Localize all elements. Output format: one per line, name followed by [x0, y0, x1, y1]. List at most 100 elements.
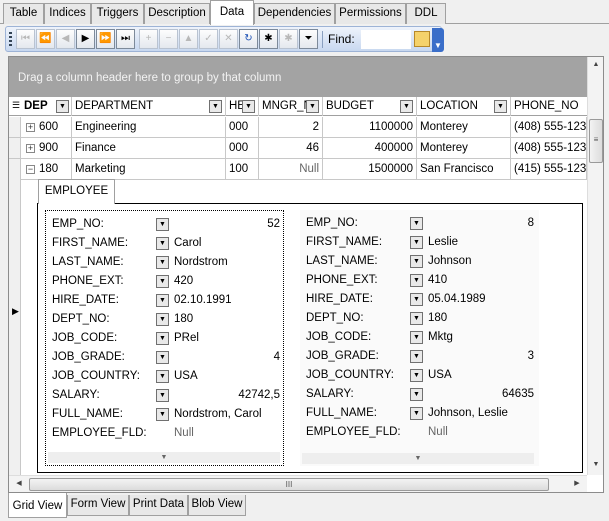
cell-head-dept[interactable]: 100: [226, 159, 259, 179]
row-indicator[interactable]: [9, 159, 21, 179]
field-value[interactable]: Leslie: [428, 236, 458, 248]
card-expand-more-button[interactable]: ▼: [48, 452, 280, 463]
field-filter-dropdown[interactable]: ▼: [156, 313, 169, 326]
goto-bookmark-button[interactable]: ✱: [279, 29, 298, 49]
tab-indices[interactable]: Indices: [44, 3, 91, 24]
cell-location[interactable]: San Francisco: [417, 159, 511, 179]
column-filter-dropdown[interactable]: ▼: [242, 100, 255, 113]
edit-record-button[interactable]: ▲: [179, 29, 198, 49]
field-value[interactable]: Johnson, Leslie: [428, 407, 508, 419]
field-value[interactable]: 3: [528, 350, 534, 362]
cell-location[interactable]: Monterey: [417, 138, 511, 158]
toolbar-overflow-button[interactable]: ▼: [432, 28, 444, 52]
row-indicator[interactable]: [9, 138, 21, 158]
field-value[interactable]: Null: [174, 427, 194, 439]
column-filter-dropdown[interactable]: ▼: [400, 100, 413, 113]
field-filter-dropdown[interactable]: ▼: [410, 236, 423, 249]
group-by-panel[interactable]: Drag a column header here to group by th…: [9, 57, 587, 97]
field-value[interactable]: USA: [428, 369, 452, 381]
cell-head-dept[interactable]: 000: [226, 117, 259, 137]
field-filter-dropdown[interactable]: ▼: [410, 312, 423, 325]
find-options-icon[interactable]: [414, 31, 430, 47]
field-value[interactable]: Nordstrom, Carol: [174, 408, 262, 420]
table-row[interactable]: 600 Engineering 000 2 1100000 Monterey (408) 5…: [9, 117, 587, 138]
tab-permissions[interactable]: Permissions: [335, 3, 406, 24]
field-value[interactable]: 05.04.1989: [428, 293, 486, 305]
cell-mngr-no[interactable]: 2: [259, 117, 323, 137]
collapse-icon[interactable]: −: [26, 165, 35, 174]
employee-card[interactable]: EMP_NO: ▼ 8 FIRST_NAME: ▼ Leslie LAST_NAME: ▼ Jo…: [300, 210, 539, 466]
card-expand-more-button[interactable]: ▼: [302, 453, 534, 464]
field-value[interactable]: 420: [174, 275, 193, 287]
vertical-scroll-thumb[interactable]: ≡: [589, 119, 603, 163]
field-value[interactable]: Mktg: [428, 331, 453, 343]
tab-dependencies[interactable]: Dependencies: [254, 3, 335, 24]
field-filter-dropdown[interactable]: ▼: [156, 351, 169, 364]
field-filter-dropdown[interactable]: ▼: [410, 331, 423, 344]
scroll-up-button[interactable]: ▲: [588, 57, 604, 73]
cancel-edit-button[interactable]: ✕: [219, 29, 238, 49]
toolbar-grip-handle[interactable]: [9, 32, 12, 47]
field-value[interactable]: Johnson: [428, 255, 471, 267]
employee-card[interactable]: EMP_NO: ▼ 52 FIRST_NAME: ▼ Carol LAST_NAME: ▼ No…: [45, 210, 284, 466]
tab-table[interactable]: Table: [3, 3, 44, 24]
detail-tab-employee[interactable]: EMPLOYEE: [38, 179, 115, 204]
horizontal-scroll-thumb[interactable]: III: [29, 478, 549, 491]
field-filter-dropdown[interactable]: ▼: [410, 217, 423, 230]
cell-department[interactable]: Finance: [72, 138, 226, 158]
field-value[interactable]: PRel: [174, 332, 199, 344]
field-filter-dropdown[interactable]: ▼: [410, 407, 423, 420]
prior-page-button[interactable]: ⏪: [36, 29, 55, 49]
field-filter-dropdown[interactable]: ▼: [156, 218, 169, 231]
scroll-left-button[interactable]: ◀: [11, 476, 27, 492]
find-input[interactable]: [361, 30, 411, 49]
cell-mngr-no[interactable]: Null: [259, 159, 323, 179]
field-filter-dropdown[interactable]: ▼: [156, 408, 169, 421]
tab-print-data[interactable]: Print Data: [129, 495, 188, 516]
field-value[interactable]: 410: [428, 274, 447, 286]
field-filter-dropdown[interactable]: ▼: [156, 256, 169, 269]
column-header-department[interactable]: DEPARTMENT: [72, 97, 226, 116]
cell-budget[interactable]: 1500000: [323, 159, 417, 179]
field-filter-dropdown[interactable]: ▼: [410, 293, 423, 306]
next-page-button[interactable]: ⏩: [96, 29, 115, 49]
column-header-phone-no[interactable]: PHONE_NO: [511, 97, 587, 116]
field-value[interactable]: Carol: [174, 237, 201, 249]
field-value[interactable]: 8: [528, 217, 534, 229]
expand-icon[interactable]: +: [26, 123, 35, 132]
field-value[interactable]: USA: [174, 370, 198, 382]
field-value[interactable]: 180: [174, 313, 193, 325]
cell-budget[interactable]: 1100000: [323, 117, 417, 137]
prior-record-button[interactable]: ◀: [56, 29, 75, 49]
post-edit-button[interactable]: ✓: [199, 29, 218, 49]
tab-ddl[interactable]: DDL: [406, 3, 446, 24]
field-value[interactable]: 64635: [502, 388, 534, 400]
delete-record-button[interactable]: −: [159, 29, 178, 49]
vertical-scrollbar[interactable]: ▲ ≡ ▼: [587, 57, 603, 475]
tab-blob-view[interactable]: Blob View: [188, 495, 246, 516]
cell-department[interactable]: Engineering: [72, 117, 226, 137]
field-value[interactable]: Nordstrom: [174, 256, 228, 268]
field-filter-dropdown[interactable]: ▼: [156, 294, 169, 307]
field-filter-dropdown[interactable]: ▼: [156, 275, 169, 288]
row-indicator-detail[interactable]: ▶: [9, 179, 21, 475]
horizontal-scrollbar[interactable]: ◀ III ▶: [9, 475, 587, 492]
table-row[interactable]: 900 Finance 000 46 400000 Monterey (408) 555-1…: [9, 138, 587, 159]
tab-grid-view[interactable]: Grid View: [8, 493, 67, 518]
cell-location[interactable]: Monterey: [417, 117, 511, 137]
scroll-down-button[interactable]: ▼: [588, 457, 604, 473]
tab-form-view[interactable]: Form View: [67, 495, 129, 516]
field-filter-dropdown[interactable]: ▼: [410, 369, 423, 382]
field-value[interactable]: 52: [267, 218, 280, 230]
cell-department[interactable]: Marketing: [72, 159, 226, 179]
column-filter-dropdown[interactable]: ▼: [306, 100, 319, 113]
refresh-button[interactable]: ↻: [239, 29, 258, 49]
field-filter-dropdown[interactable]: ▼: [410, 274, 423, 287]
scroll-right-button[interactable]: ▶: [569, 476, 585, 492]
cell-budget[interactable]: 400000: [323, 138, 417, 158]
field-filter-dropdown[interactable]: ▼: [156, 332, 169, 345]
first-record-button[interactable]: ⏮: [16, 29, 35, 49]
column-filter-dropdown[interactable]: ▼: [209, 100, 222, 113]
field-value[interactable]: 180: [428, 312, 447, 324]
field-value[interactable]: 42742,5: [238, 389, 280, 401]
